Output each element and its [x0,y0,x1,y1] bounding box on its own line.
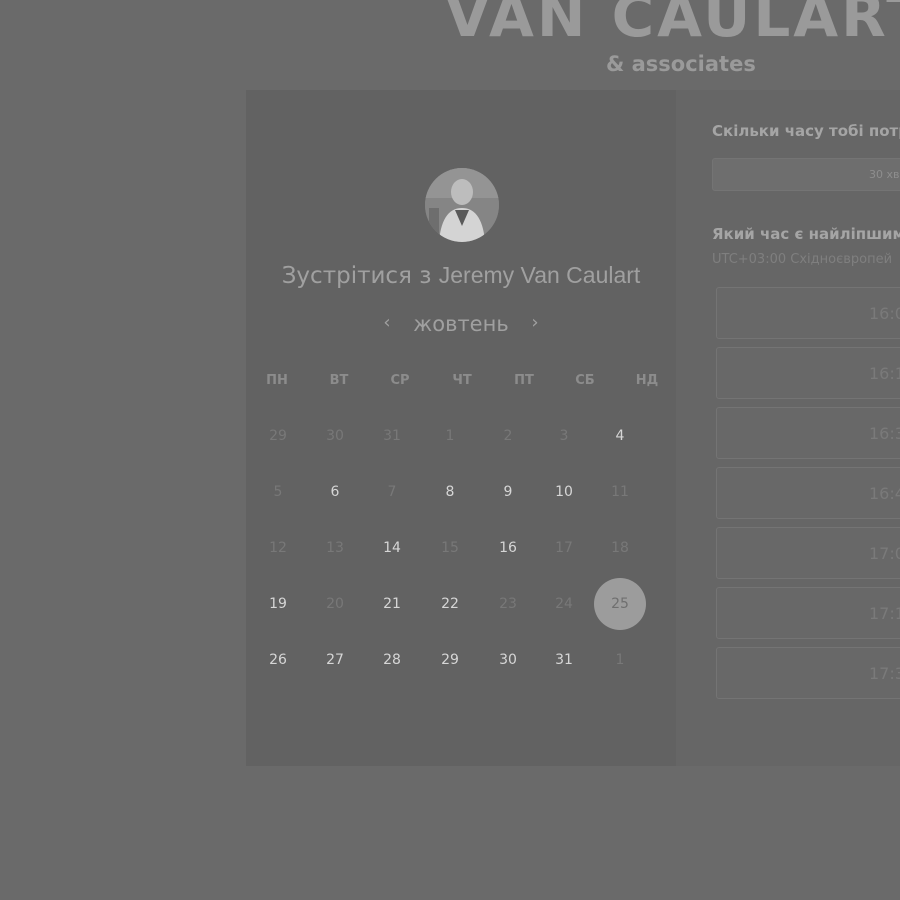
month-navigation: ‹ жовтень › [246,312,676,336]
calendar-day: 5 [273,484,283,500]
calendar-day[interactable]: 6 [315,480,355,504]
meeting-title-prefix: Зустрітися з [281,263,432,289]
calendar-day: 18 [611,540,629,556]
calendar-day[interactable]: 31 [544,648,584,672]
time-slot-button[interactable]: 16:0 [716,287,900,339]
calendar-day: 31 [383,428,401,444]
time-slot-button[interactable]: 17:0 [716,527,900,579]
timezone-label[interactable]: UTC+03:00 Східноєвропей [712,252,892,267]
weekday-label: СБ [575,373,595,388]
calendar-day[interactable]: 28 [372,648,412,672]
weekday-label: НД [635,373,659,388]
brand-logo-subtitle: & associates [606,52,756,76]
calendar-day[interactable]: 8 [430,480,470,504]
calendar-day: 1 [445,428,455,444]
weekday-label: ПН [266,373,288,388]
calendar-day[interactable]: 21 [372,592,412,616]
time-slot-label: 17:3 [869,664,900,683]
time-slot-label: 16:3 [869,424,900,443]
booking-panel: Скільки часу тобі потрі 30 хв Який час є… [676,90,900,766]
weekday-header: ПН ВТ СР ЧТ ПТ СБ НД [246,373,676,393]
chevron-right-icon[interactable]: › [531,312,538,333]
time-question: Який час є найліпшим д [712,225,900,243]
calendar-day[interactable]: 26 [258,648,298,672]
calendar-day: 17 [555,540,573,556]
brand-logo-title: VAN CAULART [445,0,900,50]
weekday-label: ЧТ [452,373,472,388]
calendar-day: 24 [555,596,573,612]
time-slot-label: 16:4 [869,484,900,503]
weekday-label: ВТ [329,373,349,388]
time-slot-button[interactable]: 16:1 [716,347,900,399]
calendar-day[interactable]: 29 [430,648,470,672]
time-slot-label: 16:1 [869,364,900,383]
meeting-title: Зустрітися з Jeremy Van Caulart [246,262,676,289]
calendar-day[interactable]: 19 [258,592,298,616]
calendar-day[interactable]: 4 [600,424,640,448]
time-slot-button[interactable]: 16:3 [716,407,900,459]
calendar-day: 23 [499,596,517,612]
time-slot-label: 16:0 [869,304,900,323]
calendar-panel: Зустрітися з Jeremy Van Caulart ‹ жовтен… [246,90,676,766]
time-slot-button[interactable]: 17:3 [716,647,900,699]
calendar-day: 15 [441,540,459,556]
calendar-day: 1 [615,652,625,668]
calendar-day: 30 [326,428,344,444]
calendar-day: 7 [387,484,397,500]
calendar-day: 11 [611,484,629,500]
time-slot-button[interactable]: 16:4 [716,467,900,519]
duration-select[interactable]: 30 хв [712,158,900,191]
calendar-day[interactable]: 10 [544,480,584,504]
calendar-day: 29 [269,428,287,444]
month-label: жовтень [413,312,509,336]
avatar-photo [425,168,499,242]
time-slot-label: 17:1 [869,604,900,623]
calendar-day[interactable]: 16 [488,536,528,560]
calendar-day: 13 [326,540,344,556]
time-slot-label: 17:0 [869,544,900,563]
calendar-day[interactable]: 9 [488,480,528,504]
duration-question: Скільки часу тобі потрі [712,122,900,140]
calendar-day: 12 [269,540,287,556]
calendar-day[interactable]: 14 [372,536,412,560]
calendar-day: 20 [326,596,344,612]
time-slot-button[interactable]: 17:1 [716,587,900,639]
calendar-day: 2 [503,428,513,444]
duration-value: 30 хв [869,168,900,181]
host-name: Jeremy Van Caulart [438,262,641,288]
chevron-left-icon[interactable]: ‹ [383,312,390,333]
selected-day[interactable]: 25 [594,578,646,630]
calendar-day[interactable]: 30 [488,648,528,672]
calendar-day[interactable]: 27 [315,648,355,672]
weekday-label: СР [390,373,410,388]
host-avatar [425,168,499,242]
booking-page: VAN CAULART & associates Зустрітися з Je… [0,0,900,900]
calendar-day: 3 [559,428,569,444]
weekday-label: ПТ [514,373,534,388]
calendar-day[interactable]: 22 [430,592,470,616]
